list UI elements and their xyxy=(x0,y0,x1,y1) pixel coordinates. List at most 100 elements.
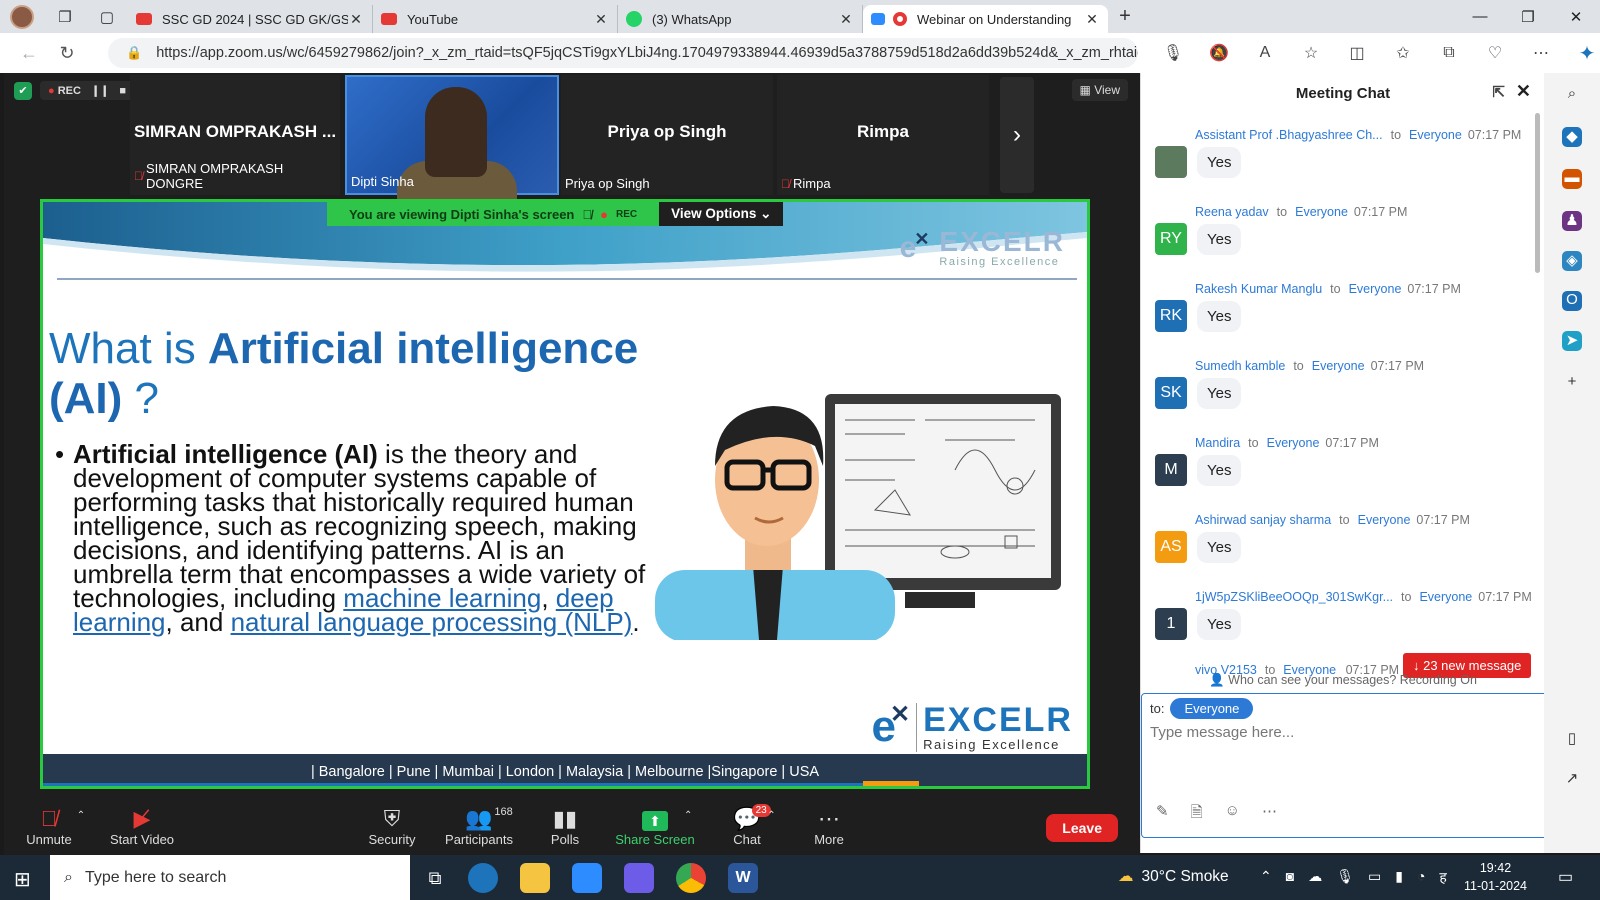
message-sender[interactable]: 1jW5pZSKliBeeOOQp_301SwKgr... xyxy=(1195,590,1393,604)
microphone-icon[interactable]: 🎙 xyxy=(1150,43,1196,63)
chat-scrollbar[interactable] xyxy=(1535,113,1540,273)
battery-icon[interactable]: ▮ xyxy=(1395,868,1403,887)
link-nlp[interactable]: natural language processing (NLP) xyxy=(231,607,633,637)
back-icon[interactable]: ← xyxy=(10,43,48,64)
chevron-up-icon[interactable]: ⌃ xyxy=(1260,868,1272,887)
close-window-icon[interactable]: ✕ xyxy=(1552,0,1600,33)
windows-start-icon[interactable]: ⊞ xyxy=(14,867,31,892)
next-participants-arrow[interactable]: › xyxy=(1000,77,1034,193)
tab-youtube[interactable]: YouTube ✕ xyxy=(373,5,618,33)
taskbar-clock[interactable]: 19:42 11-01-2024 xyxy=(1464,859,1527,895)
chevron-up-icon[interactable]: ⌃ xyxy=(767,810,775,821)
more-button[interactable]: ⋯ More xyxy=(784,806,874,847)
who-can-see-notice[interactable]: 👤 Who can see your messages? Recording O… xyxy=(1141,673,1545,688)
polls-button[interactable]: ▮▮ Polls xyxy=(520,806,610,847)
collections-icon[interactable]: ⧉ xyxy=(1426,44,1472,62)
hide-sidebar-icon[interactable]: ▯ xyxy=(1562,729,1582,749)
display-icon[interactable]: ▭ xyxy=(1368,868,1381,887)
message-sender[interactable]: Ashirwad sanjay sharma xyxy=(1195,513,1331,527)
pause-recording-icon[interactable]: ❙❙ xyxy=(91,84,109,97)
favorite-star-icon[interactable]: ☆ xyxy=(1288,43,1334,63)
more-menu-icon[interactable]: ⋯ xyxy=(1518,43,1564,63)
edge-icon[interactable] xyxy=(468,863,498,893)
participant-tile-priya[interactable]: Priya op Singh Priya op Singh xyxy=(561,75,773,195)
view-options-button[interactable]: View Options ⌄ xyxy=(659,202,784,226)
encryption-shield-icon[interactable]: ✔ xyxy=(14,81,32,100)
camera-icon[interactable]: ◙ xyxy=(1286,868,1294,887)
microphone-icon[interactable]: 🎙 xyxy=(1336,868,1354,887)
word-icon[interactable]: W xyxy=(728,863,758,893)
workspaces-icon[interactable]: ❐ xyxy=(44,0,86,33)
keyboard-language-icon[interactable]: ह xyxy=(1439,868,1446,887)
emoji-icon[interactable]: ☺ xyxy=(1225,802,1240,827)
restore-icon[interactable]: ❐ xyxy=(1504,0,1552,33)
close-tab-icon[interactable]: ✕ xyxy=(1084,11,1100,28)
more-options-icon[interactable]: ⋯ xyxy=(1262,802,1277,827)
participant-label: Priya op Singh xyxy=(565,176,650,191)
unmute-button[interactable]: 🎙̸ ⌃ Unmute xyxy=(4,806,94,847)
chrome-icon[interactable] xyxy=(676,863,706,893)
attach-file-icon[interactable]: 🗎 xyxy=(1191,802,1203,827)
stop-recording-icon[interactable]: ■ xyxy=(119,85,126,97)
chevron-up-icon[interactable]: ⌃ xyxy=(684,810,692,821)
split-screen-icon[interactable]: ◫ xyxy=(1334,43,1380,63)
mail-icon[interactable] xyxy=(572,863,602,893)
external-link-icon[interactable]: ↗ xyxy=(1562,769,1582,789)
search-icon[interactable]: ⌕ xyxy=(1562,85,1582,105)
tools-icon[interactable]: ▬ xyxy=(1562,169,1582,189)
share-screen-button[interactable]: ⬆ ⌃ Share Screen xyxy=(610,806,700,847)
participants-button[interactable]: 👥 168 Participants xyxy=(434,806,524,847)
close-tab-icon[interactable]: ✕ xyxy=(348,11,364,28)
message-input[interactable]: Type message here... xyxy=(1150,724,1294,741)
weather-widget[interactable]: ☁ 30°C Smoke xyxy=(1118,867,1229,886)
recipient-selector[interactable]: Everyone xyxy=(1170,698,1254,719)
message-sender[interactable]: Assistant Prof .Bhagyashree Ch... xyxy=(1195,128,1383,142)
participant-tile-dipti[interactable]: Dipti Sinha xyxy=(345,75,559,201)
tab-ssc-gd[interactable]: SSC GD 2024 | SSC GD GK/GS Cl ✕ xyxy=(128,5,373,33)
chevron-up-icon[interactable]: ⌃ xyxy=(77,810,85,821)
favorites-icon[interactable]: ✩ xyxy=(1380,43,1426,63)
start-video-button[interactable]: ▶̸ Start Video xyxy=(97,806,187,847)
copilot-icon[interactable]: ✦ xyxy=(1564,41,1600,66)
clipchamp-icon[interactable] xyxy=(624,863,654,893)
participant-tile-rimpa[interactable]: Rimpa 🎙̸ Rimpa xyxy=(777,75,989,195)
add-icon[interactable]: + xyxy=(1562,373,1582,393)
message-sender[interactable]: Mandira xyxy=(1195,436,1240,450)
close-icon[interactable]: ✕ xyxy=(1516,81,1531,102)
outlook-icon[interactable]: O xyxy=(1562,291,1582,311)
notifications-off-icon[interactable]: 🔕 xyxy=(1196,43,1242,63)
new-tab-button[interactable]: + xyxy=(1108,5,1142,28)
tab-actions-icon[interactable]: ▢ xyxy=(86,0,128,33)
participant-tile-simran[interactable]: SIMRAN OMPRAKASH ... 🎙̸ SIMRAN OMPRAKASH … xyxy=(130,75,340,195)
message-sender[interactable]: Rakesh Kumar Manglu xyxy=(1195,282,1322,296)
wifi-icon[interactable]: ◔ xyxy=(1417,868,1425,887)
security-button[interactable]: ⛨ Security xyxy=(347,806,437,847)
message-sender[interactable]: Reena yadav xyxy=(1195,205,1269,219)
chat-button[interactable]: 💬 23 ⌃ Chat xyxy=(702,804,792,847)
taskbar-search[interactable]: ⌕ Type here to search xyxy=(50,855,410,900)
pop-out-icon[interactable]: ⇱ xyxy=(1492,83,1505,101)
view-button[interactable]: ▦ View xyxy=(1071,79,1128,101)
message-sender[interactable]: Sumedh kamble xyxy=(1195,359,1285,373)
task-view-icon[interactable]: ⧉ xyxy=(420,863,450,893)
shopping-tag-icon[interactable]: ◆ xyxy=(1562,127,1582,147)
format-text-icon[interactable]: ✎ xyxy=(1156,802,1169,827)
file-explorer-icon[interactable] xyxy=(520,863,550,893)
minimize-icon[interactable]: — xyxy=(1456,0,1504,33)
message-to: to xyxy=(1248,436,1259,450)
profile-button[interactable] xyxy=(0,0,44,33)
refresh-icon[interactable]: ↻ xyxy=(48,43,86,64)
cloud-icon[interactable]: ☁ xyxy=(1308,868,1322,887)
notifications-icon[interactable]: ▭ xyxy=(1558,867,1573,887)
close-tab-icon[interactable]: ✕ xyxy=(838,11,854,28)
leave-button[interactable]: Leave xyxy=(1046,814,1118,842)
close-tab-icon[interactable]: ✕ xyxy=(593,11,609,28)
send-icon[interactable]: ➤ xyxy=(1562,331,1582,351)
microsoft-365-icon[interactable]: ◈ xyxy=(1562,251,1582,271)
tab-whatsapp[interactable]: (3) WhatsApp ✕ xyxy=(618,5,863,33)
read-aloud-icon[interactable]: A xyxy=(1242,44,1288,62)
url-field[interactable]: 🔒 https://app.zoom.us/wc/6459279862/join… xyxy=(108,38,1138,68)
tab-webinar[interactable]: Webinar on Understanding ✕ xyxy=(863,5,1108,33)
browser-essentials-icon[interactable]: ♡ xyxy=(1472,43,1518,63)
games-icon[interactable]: ♟ xyxy=(1562,211,1582,231)
